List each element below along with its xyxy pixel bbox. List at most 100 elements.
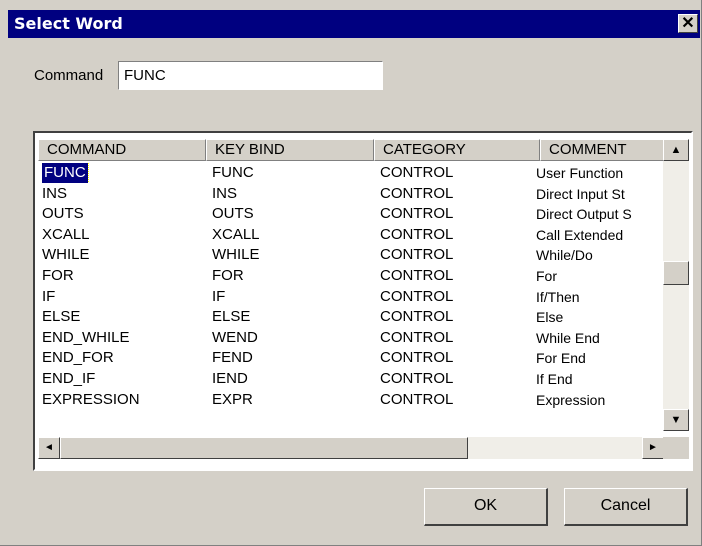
- cell-category: CONTROL: [380, 369, 540, 389]
- cell-key-bind: ELSE: [212, 307, 372, 327]
- horizontal-scroll-thumb[interactable]: [60, 437, 468, 459]
- cell-text: For End: [536, 350, 586, 367]
- cell-comment: Else: [536, 307, 662, 327]
- cell-key-bind: FOR: [212, 266, 372, 286]
- cell-comment: Direct Output S: [536, 204, 662, 224]
- cell-text: Else: [536, 309, 564, 326]
- cell-command: INS: [42, 184, 202, 204]
- cell-text: EXPR: [212, 390, 253, 408]
- cell-category: CONTROL: [380, 225, 540, 245]
- cell-text: While/Do: [536, 247, 593, 264]
- vertical-scrollbar[interactable]: ▲ ▼: [663, 139, 689, 431]
- cell-text: CONTROL: [380, 246, 454, 264]
- cell-text: WHILE: [42, 246, 90, 264]
- cell-command: FOR: [42, 266, 202, 286]
- cell-text: User Function: [536, 165, 624, 181]
- cell-text: IF: [212, 287, 226, 305]
- cell-comment: For: [536, 266, 662, 286]
- cell-text: If End: [536, 370, 573, 387]
- column-header-category[interactable]: CATEGORY: [374, 139, 540, 161]
- cell-text: FUNC: [212, 164, 254, 181]
- scroll-right-icon[interactable]: ►: [642, 437, 664, 459]
- cell-text: END_IF: [42, 369, 96, 387]
- cell-text: INS: [212, 184, 238, 202]
- cell-text: CONTROL: [380, 205, 454, 223]
- cell-key-bind: IF: [212, 287, 372, 307]
- cell-command: END_WHILE: [42, 328, 202, 348]
- cell-key-bind: EXPR: [212, 390, 372, 410]
- cell-text: CONTROL: [380, 225, 454, 243]
- cell-comment: If End: [536, 369, 662, 389]
- title-bar[interactable]: Select Word ✕: [8, 10, 700, 38]
- table-row[interactable]: IF IF CONTROL If/Then: [38, 287, 664, 308]
- table-row[interactable]: FOR FOR CONTROL For: [38, 266, 664, 287]
- cell-text: While End: [536, 329, 600, 346]
- table-row[interactable]: INS INS CONTROL Direct Input St: [38, 184, 664, 205]
- table-row[interactable]: EXPRESSION EXPR CONTROL Expression: [38, 390, 664, 411]
- cell-text: FEND: [212, 349, 253, 367]
- vertical-scroll-thumb[interactable]: [663, 261, 689, 285]
- cell-text: XCALL: [212, 225, 260, 243]
- cancel-button[interactable]: Cancel: [564, 488, 688, 526]
- column-header-key-bind[interactable]: KEY BIND: [206, 139, 374, 161]
- cell-text: FOR: [42, 266, 74, 284]
- cell-text: OUTS: [212, 205, 254, 223]
- cell-text: CONTROL: [380, 349, 454, 367]
- cell-text: WEND: [212, 328, 258, 346]
- cell-command: END_FOR: [42, 348, 202, 368]
- cell-comment: Expression: [536, 390, 662, 410]
- cell-text: EXPRESSION: [42, 390, 140, 408]
- cell-key-bind: IEND: [212, 369, 372, 389]
- scroll-left-icon[interactable]: ◄: [38, 437, 60, 459]
- cell-text: END_FOR: [42, 349, 114, 367]
- cell-key-bind: WHILE: [212, 245, 372, 265]
- cell-key-bind: OUTS: [212, 204, 372, 224]
- cell-text: XCALL: [42, 225, 90, 243]
- table-row[interactable]: ELSE ELSE CONTROL Else: [38, 307, 664, 328]
- column-header-command[interactable]: COMMAND: [38, 139, 206, 161]
- close-icon[interactable]: ✕: [678, 14, 698, 33]
- cell-text: Call Extended: [536, 226, 624, 243]
- cell-key-bind: FUNC: [212, 163, 372, 183]
- ok-button[interactable]: OK: [424, 488, 548, 526]
- column-header-comment[interactable]: COMMENT: [540, 139, 664, 161]
- table-row[interactable]: END_WHILE WEND CONTROL While End: [38, 328, 664, 349]
- cell-category: CONTROL: [380, 287, 540, 307]
- table-row[interactable]: END_IF IEND CONTROL If End: [38, 369, 664, 390]
- table-row[interactable]: FUNC FUNC CONTROL User Function: [38, 163, 664, 184]
- cell-key-bind: INS: [212, 184, 372, 204]
- cell-text: END_WHILE: [42, 328, 130, 346]
- cell-command: FUNC: [42, 163, 202, 183]
- list-rows: FUNC FUNC CONTROL User Function INS INS CONTRO…: [38, 163, 664, 410]
- command-input[interactable]: [118, 61, 383, 90]
- scroll-up-icon[interactable]: ▲: [663, 139, 689, 161]
- cell-command: OUTS: [42, 204, 202, 224]
- cell-text: IEND: [212, 369, 248, 387]
- scroll-down-icon[interactable]: ▼: [663, 409, 689, 431]
- cell-text: CONTROL: [380, 308, 454, 326]
- cell-category: CONTROL: [380, 307, 540, 327]
- dialog-title: Select Word: [14, 14, 123, 33]
- cell-text: CONTROL: [380, 287, 454, 305]
- cell-command: IF: [42, 287, 202, 307]
- cell-category: CONTROL: [380, 390, 540, 410]
- horizontal-scrollbar[interactable]: ◄ ►: [38, 437, 664, 459]
- cell-text: WHILE: [212, 246, 260, 264]
- cell-text: IF: [42, 287, 56, 305]
- table-row[interactable]: END_FOR FEND CONTROL For End: [38, 348, 664, 369]
- cell-command: ELSE: [42, 307, 202, 327]
- command-label: Command: [34, 67, 104, 84]
- cell-category: CONTROL: [380, 184, 540, 204]
- cell-category: CONTROL: [380, 348, 540, 368]
- table-row[interactable]: WHILE WHILE CONTROL While/Do: [38, 245, 664, 266]
- table-row[interactable]: OUTS OUTS CONTROL Direct Output S: [38, 204, 664, 225]
- table-row[interactable]: XCALL XCALL CONTROL Call Extended: [38, 225, 664, 246]
- cell-text: INS: [42, 184, 68, 202]
- cell-category: CONTROL: [380, 328, 540, 348]
- cell-command: EXPRESSION: [42, 390, 202, 410]
- cell-text: Direct Output S: [536, 206, 632, 223]
- cell-category: CONTROL: [380, 204, 540, 224]
- word-list[interactable]: COMMAND KEY BIND CATEGORY COMMENT FUNC FU…: [33, 131, 693, 471]
- cell-text: ELSE: [212, 308, 251, 326]
- cell-text: CONTROL: [380, 164, 454, 181]
